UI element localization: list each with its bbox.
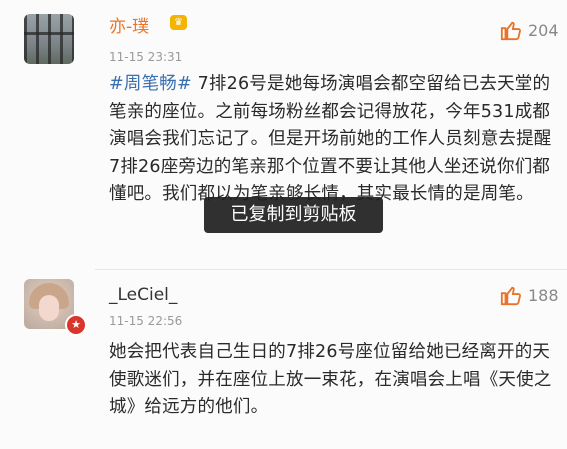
like-button[interactable]: 204 [500, 19, 559, 41]
avatar[interactable] [24, 14, 74, 64]
like-count: 204 [528, 20, 559, 40]
crown-icon: ♛ [170, 15, 187, 30]
comment-time: 11-15 23:31 [109, 50, 183, 64]
like-button[interactable]: 188 [500, 284, 559, 306]
hashtag-link[interactable]: #周笔畅# [109, 74, 192, 94]
thumbs-up-icon [500, 286, 521, 306]
verified-badge-icon: ★ [65, 314, 87, 336]
username[interactable]: 亦-璞 [109, 12, 149, 37]
toast-message: 已复制到剪贴板 [204, 197, 383, 233]
comment-text: #周笔畅# 7排26号是她每场演唱会都空留给已去天堂的笔亲的座位。之前每场粉丝都… [109, 71, 561, 209]
like-count: 188 [528, 285, 559, 305]
comment-text: 她会把代表自己生日的7排26号座位留给她已经离开的天使歌迷们，并在座位上放一束花… [109, 342, 552, 417]
username[interactable]: _LeCiel_ [109, 285, 177, 305]
thumbs-up-icon [500, 21, 521, 41]
divider [95, 269, 567, 270]
comment-time: 11-15 22:56 [109, 314, 183, 328]
